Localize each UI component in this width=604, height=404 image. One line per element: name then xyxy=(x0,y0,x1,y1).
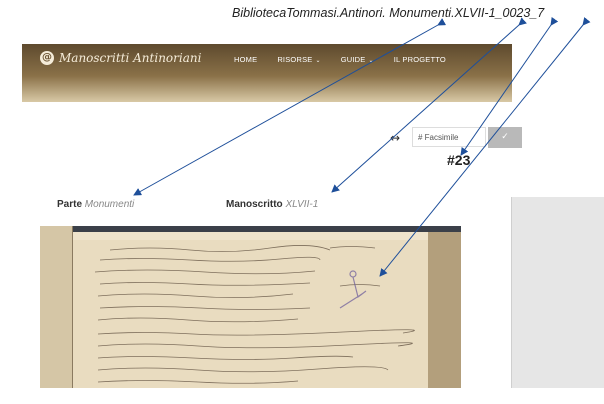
expand-arrows-icon[interactable]: ↔ xyxy=(390,131,400,145)
page-marker: #23 xyxy=(447,152,471,168)
parte-info: Parte Monumenti xyxy=(57,199,134,210)
brand-logo-icon: @ xyxy=(40,51,54,65)
manoscritto-label: Manoscritto xyxy=(226,199,283,210)
parte-value: Monumenti xyxy=(84,199,135,210)
manoscritto-value: XLVII-1 xyxy=(285,199,319,210)
nav-item-il-progetto[interactable]: IL PROGETTO xyxy=(394,55,446,64)
nav-item-home[interactable]: HOME xyxy=(234,55,257,64)
caret-down-icon: ⌄ xyxy=(368,58,374,64)
caret-down-icon: ⌄ xyxy=(315,58,321,64)
side-panel xyxy=(511,197,604,388)
facsimile-submit-button[interactable]: ✓ xyxy=(488,127,522,148)
main-nav: HOME RISORSE ⌄ GUIDE ⌄ IL PROGETTO xyxy=(234,55,466,64)
annotation-title: BibliotecaTommasi.Antinori. Monumenti.XL… xyxy=(232,6,545,20)
brand[interactable]: @ Manoscritti Antinoriani xyxy=(40,51,201,65)
manoscritto-info: Manoscritto XLVII-1 xyxy=(226,199,318,210)
nav-item-guide[interactable]: GUIDE ⌄ xyxy=(341,55,374,64)
facsimile-search-input[interactable]: # Facsimile xyxy=(412,127,486,147)
site-header: @ Manoscritti Antinoriani HOME RISORSE ⌄ … xyxy=(22,44,512,102)
brand-name: Manoscritti Antinoriani xyxy=(59,51,202,65)
parte-label: Parte xyxy=(57,199,83,210)
check-icon: ✓ xyxy=(501,132,509,142)
nav-item-risorse[interactable]: RISORSE ⌄ xyxy=(277,55,320,64)
facsimile-image[interactable] xyxy=(40,226,461,388)
